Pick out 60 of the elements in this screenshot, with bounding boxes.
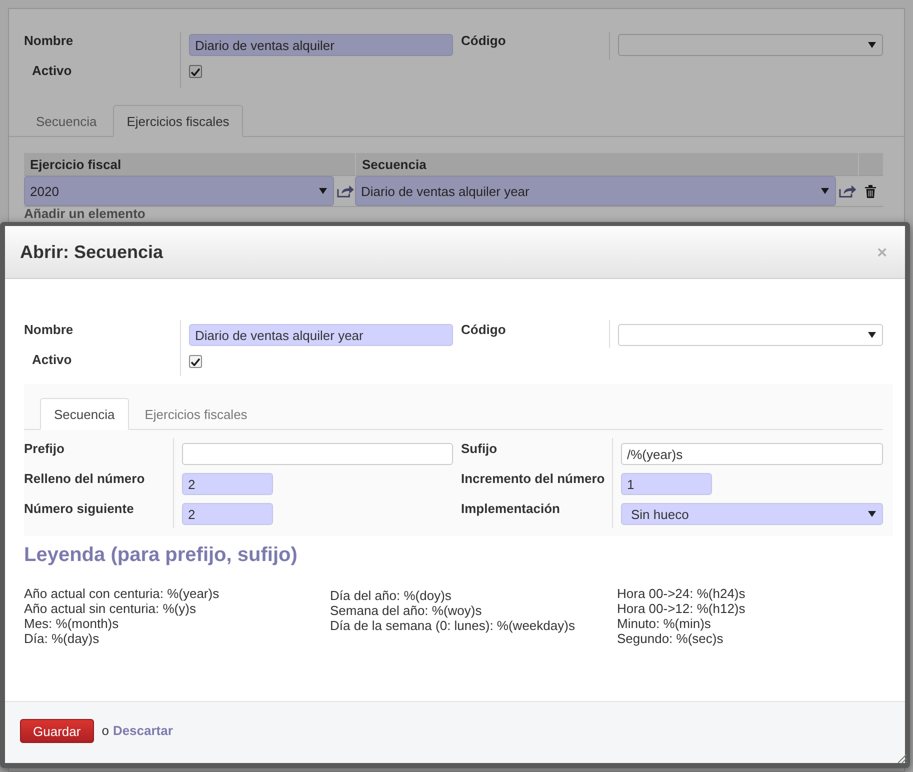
field-label: Incremento del número (461, 471, 605, 487)
field-label: Nombre (24, 322, 74, 338)
field-label: Relleno del número (24, 471, 145, 487)
caret-icon (820, 188, 829, 194)
add-line-link[interactable]: Añadir un elemento (24, 208, 146, 220)
field-label: Prefijo (24, 441, 64, 457)
external-link-icon[interactable] (838, 184, 856, 198)
column-header: Secuencia (355, 153, 858, 176)
dialog-title: Abrir: Secuencia (20, 242, 164, 262)
field-label: Activo (32, 63, 72, 79)
text-field[interactable]: /%(year)s (621, 443, 883, 465)
legend-title: Leyenda (para prefijo, sufijo) (24, 544, 298, 567)
trash-icon[interactable] (865, 184, 876, 198)
legend-text: Día del año: %(doy)s (330, 588, 452, 603)
tab[interactable]: Secuencia (22, 105, 111, 137)
resize-grip-icon[interactable] (898, 754, 907, 763)
select-field[interactable]: Sin hueco (621, 503, 883, 525)
checkbox[interactable] (189, 65, 202, 78)
caret-icon (868, 511, 876, 517)
legend-text: Hora 00->12: %(h12)s (617, 601, 746, 616)
discard-link[interactable]: Descartar (112, 719, 173, 743)
column-header: Ejercicio fiscal (24, 153, 355, 176)
legend-text: Minuto: %(min)s (617, 616, 711, 631)
select-field[interactable]: Diario de ventas alquiler year (355, 176, 836, 206)
text-field[interactable] (182, 443, 453, 465)
legend-text: Día de la semana (0: lunes): %(weekday)s (330, 618, 575, 633)
checkmark-icon (191, 358, 200, 366)
caret-icon (868, 42, 876, 48)
select-field[interactable] (618, 34, 883, 56)
field-label: Nombre (24, 33, 74, 49)
text-field[interactable]: Diario de ventas alquiler year (189, 324, 453, 346)
text-field[interactable]: Diario de ventas alquiler (189, 34, 453, 56)
field-label: Código (461, 322, 506, 338)
legend-text: Hora 00->24: %(h24)s (617, 586, 746, 601)
caret-icon (868, 332, 876, 338)
checkbox[interactable] (189, 355, 202, 368)
tab[interactable]: Secuencia (40, 398, 129, 430)
legend-text: Mes: %(month)s (24, 616, 119, 631)
external-link-icon[interactable] (337, 184, 354, 198)
field-label: Sufijo (461, 441, 498, 457)
text-field[interactable]: 2 (182, 503, 273, 525)
field-label: Número siguiente (24, 501, 134, 517)
legend-text: Segundo: %(sec)s (617, 631, 724, 646)
or-text: o (102, 722, 109, 740)
text-field[interactable]: 2 (182, 473, 273, 495)
tab[interactable]: Ejercicios fiscales (130, 398, 262, 430)
tab[interactable]: Ejercicios fiscales (112, 105, 244, 137)
select-field[interactable]: 2020 (24, 176, 334, 206)
legend-text: Día: %(day)s (24, 631, 100, 646)
text-field[interactable]: 1 (621, 473, 712, 495)
legend-text: Año actual con centuria: %(year)s (24, 586, 220, 601)
legend-text: Semana del año: %(woy)s (330, 603, 482, 618)
checkmark-icon (191, 68, 200, 76)
field-label: Activo (32, 352, 72, 368)
save-button[interactable]: Guardar (20, 719, 94, 743)
field-label: Código (461, 33, 506, 49)
caret-icon (319, 188, 328, 194)
select-field[interactable] (618, 324, 883, 346)
field-label: Implementación (461, 501, 560, 517)
legend-text: Año actual sin centuria: %(y)s (24, 601, 196, 616)
